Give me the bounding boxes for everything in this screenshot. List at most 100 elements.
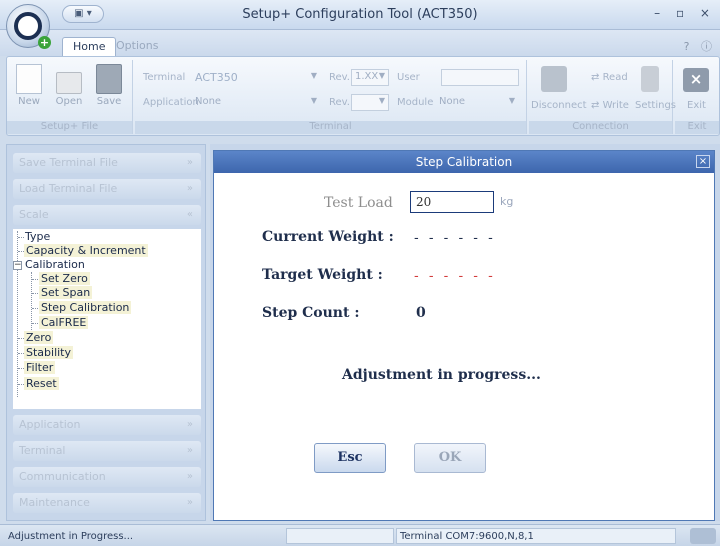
target-weight-value: - - - - - - (414, 269, 496, 284)
nav-save-terminal-file[interactable]: Save Terminal File» (13, 153, 201, 173)
tree-item-capacity[interactable]: Capacity & Increment (24, 244, 148, 257)
tree-line (17, 231, 18, 397)
scale-tree: Type Capacity & Increment − Calibration … (13, 229, 201, 409)
rev2-select[interactable]: ▼ (351, 94, 389, 111)
tree-item-set-zero[interactable]: Set Zero (39, 272, 90, 285)
tree-item-filter[interactable]: Filter (24, 361, 56, 374)
terminal-select[interactable]: ACT350 ▼ (191, 69, 321, 86)
tree-item-set-span[interactable]: Set Span (39, 286, 93, 299)
chevron-down-icon: ▼ (508, 96, 515, 105)
status-message: Adjustment in Progress... (8, 531, 134, 542)
tree-line (32, 308, 38, 309)
chevron-down-icon: ▼ (310, 71, 317, 80)
exit-group: × Exit Exit (675, 60, 719, 134)
close-icon[interactable]: × (683, 68, 709, 92)
module-label: Module (397, 97, 434, 108)
write-button[interactable]: ⇄ Write (591, 100, 629, 111)
step-count-value: 0 (416, 305, 426, 321)
tree-item-stability[interactable]: Stability (24, 346, 74, 359)
folder-icon (56, 72, 82, 94)
tree-item-type[interactable]: Type (25, 230, 50, 243)
test-load-label: Test Load (324, 195, 393, 211)
chevron-down-icon: ▼ (378, 71, 385, 80)
disconnect-button[interactable]: Disconnect (531, 100, 587, 111)
new-button[interactable]: New (9, 64, 49, 107)
esc-button[interactable]: Esc (314, 443, 386, 473)
progress-message: Adjustment in progress... (342, 367, 541, 383)
nav-communication[interactable]: Communication» (13, 467, 201, 487)
help-icons[interactable]: ? ⓘ (684, 38, 716, 54)
settings-button[interactable]: Settings (635, 100, 676, 111)
title-bar: ▣ ▾ Setup+ Configuration Tool (ACT350) –… (0, 0, 720, 30)
tree-item-zero[interactable]: Zero (24, 331, 54, 344)
read-icon: ⇄ (591, 72, 603, 83)
chevron-double-down-icon: » (186, 419, 193, 430)
test-load-input[interactable]: 20 (410, 191, 494, 213)
status-connection: Terminal COM7:9600,N,8,1 (396, 528, 676, 544)
tree-item-step-calibration[interactable]: Step Calibration (39, 301, 132, 314)
status-bar: Adjustment in Progress... Terminal COM7:… (0, 524, 720, 546)
nav-scale[interactable]: Scale « (13, 205, 201, 225)
save-button[interactable]: Save (89, 64, 129, 107)
chevron-double-down-icon: » (186, 471, 193, 482)
chevron-down-icon: ▼ (310, 96, 317, 105)
write-icon: ⇄ (591, 100, 603, 111)
tab-options[interactable]: Options (106, 37, 168, 56)
main-panel: Step Calibration × Test Load 20 kg Curre… (210, 144, 720, 521)
nav-maintenance[interactable]: Maintenance» (13, 493, 201, 513)
status-progress (286, 528, 394, 544)
disconnect-icon (541, 66, 567, 92)
window-title: Setup+ Configuration Tool (ACT350) (242, 7, 478, 22)
current-weight-label: Current Weight : (262, 229, 394, 245)
application-menu-button[interactable]: + (6, 4, 51, 49)
ribbon: New Open Save Setup+ File Terminal ACT35… (6, 56, 720, 136)
user-label: User (397, 72, 420, 83)
group-label: Connection (529, 121, 672, 134)
save-icon (96, 64, 122, 94)
tree-item-calibration[interactable]: Calibration (25, 258, 85, 271)
read-button[interactable]: ⇄ Read (591, 72, 628, 83)
exit-button[interactable]: Exit (687, 100, 706, 111)
open-button[interactable]: Open (49, 64, 89, 107)
tree-line (32, 293, 38, 294)
ok-button[interactable]: OK (414, 443, 486, 473)
gear-icon (14, 12, 42, 40)
navigation-panel: Save Terminal File» Load Terminal File» … (6, 144, 206, 521)
plus-icon: + (38, 36, 51, 49)
status-icon[interactable] (690, 528, 716, 544)
nav-load-terminal-file[interactable]: Load Terminal File» (13, 179, 201, 199)
tree-line (18, 237, 24, 238)
tree-item-calfree[interactable]: CalFREE (39, 316, 89, 329)
module-select[interactable]: None ▼ (435, 94, 519, 111)
chevron-down-icon: ▼ (378, 96, 385, 105)
current-weight-value: - - - - - - (414, 231, 496, 246)
chevron-double-down-icon: » (186, 183, 193, 194)
chevron-double-down-icon: » (186, 497, 193, 508)
setup-file-group: New Open Save Setup+ File (7, 60, 133, 134)
test-load-unit: kg (500, 195, 514, 208)
close-icon[interactable]: × (696, 155, 710, 168)
new-file-icon (16, 64, 42, 94)
rev-label: Rev. (329, 72, 350, 83)
tree-line (32, 279, 38, 280)
chevron-double-down-icon: » (186, 157, 193, 168)
rev2-label: Rev. (329, 97, 350, 108)
target-weight-label: Target Weight : (262, 267, 383, 283)
terminal-label: Terminal (143, 72, 186, 83)
dialog-title: Step Calibration (214, 151, 714, 173)
settings-icon (641, 66, 659, 92)
nav-application[interactable]: Application» (13, 415, 201, 435)
group-label: Exit (675, 121, 719, 134)
tree-line (32, 323, 38, 324)
group-label: Setup+ File (7, 121, 132, 134)
application-select[interactable]: None ▼ (191, 94, 321, 111)
tree-item-reset[interactable]: Reset (24, 377, 59, 390)
rev-select[interactable]: 1.XX ▼ (351, 69, 389, 86)
step-count-label: Step Count : (262, 305, 360, 321)
step-calibration-dialog: Step Calibration × Test Load 20 kg Curre… (213, 150, 715, 521)
chevron-double-up-icon: « (186, 209, 193, 220)
user-field[interactable] (441, 69, 519, 86)
nav-terminal[interactable]: Terminal» (13, 441, 201, 461)
window-controls[interactable]: – ▫ × (654, 6, 716, 20)
collapse-icon[interactable]: − (13, 261, 22, 270)
